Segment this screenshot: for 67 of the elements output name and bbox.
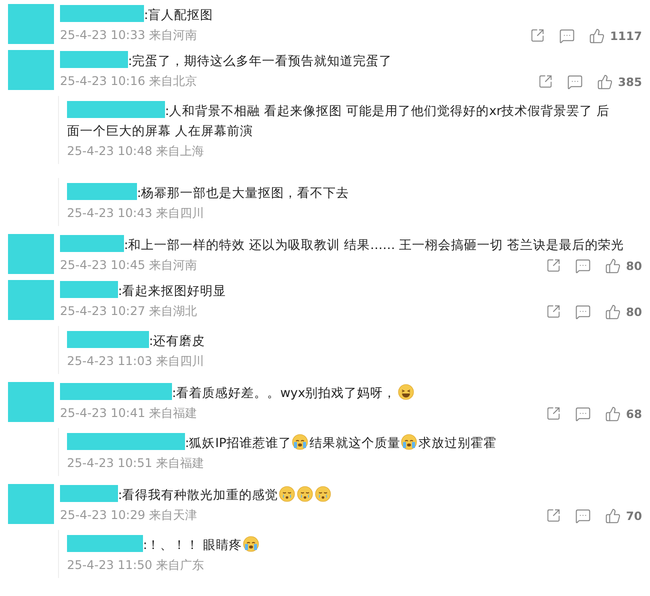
comment-text: :人和背景不相融 看起来像抠图 可能是用了他们觉得好的xr技术假背景罢了 后 [165, 103, 610, 118]
reply-time: 25-4-23 10:48 来自上海 [67, 143, 204, 160]
comment-text: :看着质感好差。。wyx别拍戏了妈呀， [172, 385, 396, 400]
redacted-username [67, 183, 137, 200]
like-count: 68 [626, 406, 642, 420]
comment-icon[interactable] [574, 508, 591, 524]
like-icon[interactable] [596, 74, 613, 90]
redacted-avatar [8, 484, 54, 524]
like-icon[interactable] [604, 304, 621, 320]
like-count: 70 [626, 508, 642, 522]
comment-text: 求放过别霍霍 [418, 435, 496, 450]
comment-text: :！、！！ 眼睛疼 [143, 537, 242, 552]
like-count: 80 [626, 258, 642, 272]
redacted-avatar [8, 4, 54, 44]
share-icon[interactable] [546, 304, 561, 319]
like-count: 385 [618, 74, 642, 88]
redacted-username [60, 235, 124, 252]
comment-time: 25-4-23 10:41 来自福建 [60, 405, 198, 422]
comment-icon[interactable] [574, 406, 591, 422]
comment-icon[interactable] [566, 74, 583, 90]
crying-emoji-icon [292, 434, 308, 450]
crying-emoji-icon [315, 486, 332, 502]
like-icon[interactable] [604, 508, 621, 524]
comment-icon[interactable] [558, 28, 575, 44]
redacted-username [60, 51, 128, 68]
share-icon[interactable] [530, 28, 545, 43]
redacted-avatar [8, 234, 54, 274]
laughing-emoji-icon [398, 384, 414, 400]
crying-emoji-icon [401, 434, 418, 450]
comment-text: :杨幂那一部也是大量抠图，看不下去 [137, 185, 350, 200]
like-icon[interactable] [604, 258, 621, 274]
comment-text: :看得我有种散光加重的感觉 [118, 487, 278, 502]
like-icon[interactable] [604, 406, 621, 422]
comment-time: 25-4-23 10:16 来自北京 [60, 73, 198, 90]
share-icon[interactable] [546, 258, 561, 273]
crying-emoji-icon [279, 486, 296, 502]
comment-icon[interactable] [574, 304, 591, 320]
comment-text: 面一个巨大的屏幕 人在屏幕前演 [67, 123, 253, 138]
comment-text: :和上一部一样的特效 还以为吸取教训 结果…… 王一栩会搞砸一切 苍兰诀是最后的荣光 [124, 237, 624, 252]
comment-text: :狐妖IP招谁惹谁了 [185, 435, 292, 450]
comment-time: 25-4-23 10:27 来自湖北 [60, 303, 198, 320]
like-icon[interactable] [588, 28, 605, 44]
reply-time: 25-4-23 11:50 来自广东 [67, 557, 204, 574]
comment-text: :还有磨皮 [149, 333, 206, 348]
comment-icon[interactable] [574, 258, 591, 274]
comment-text: :完蛋了，期待这么多年一看预告就知道完蛋了 [128, 53, 392, 68]
comment-text: 结果就这个质量 [309, 435, 400, 450]
reply-time: 25-4-23 10:43 来自四川 [67, 205, 204, 222]
like-count: 80 [626, 304, 642, 318]
redacted-avatar [8, 382, 54, 422]
reply-time: 25-4-23 11:03 来自四川 [67, 353, 204, 370]
share-icon[interactable] [538, 74, 553, 89]
crying-emoji-icon [243, 536, 260, 552]
reply-time: 25-4-23 10:51 来自福建 [67, 455, 204, 472]
redacted-avatar [8, 280, 54, 320]
redacted-username [60, 281, 118, 298]
crying-emoji-icon [297, 486, 314, 502]
share-icon[interactable] [546, 406, 561, 421]
like-count: 1117 [610, 28, 642, 42]
comment-time: 25-4-23 10:29 来自天津 [60, 507, 198, 524]
comment-text: :看起来抠图好明显 [118, 283, 226, 298]
redacted-username [60, 485, 118, 502]
comment-time: 25-4-23 10:45 来自河南 [60, 257, 198, 274]
redacted-avatar [8, 50, 54, 90]
comment-text: :盲人配抠图 [144, 7, 214, 22]
share-icon[interactable] [546, 508, 561, 523]
comment-time: 25-4-23 10:33 来自河南 [60, 27, 198, 44]
